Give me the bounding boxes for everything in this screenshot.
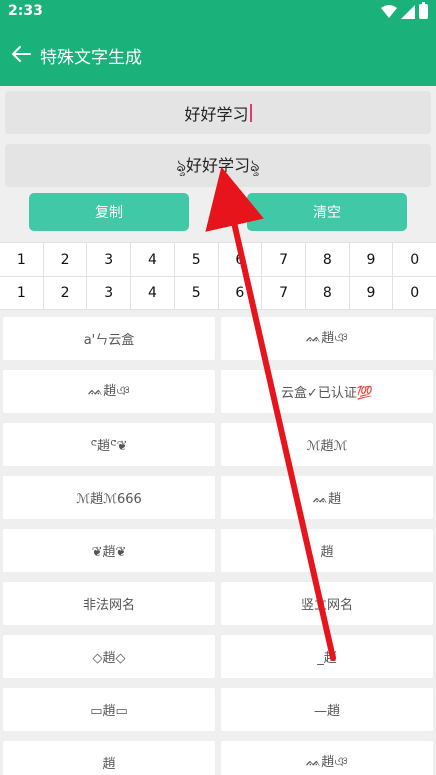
number-row-2: 1 2 3 4 5 6 7 8 9 0: [0, 276, 436, 310]
status-bar: 2:33: [0, 0, 436, 24]
style-grid: a'ㄣ云盒 ᨐ趙ঞ ᨐ趙ঞ 云盒✓已认证💯 ᕪ趙ᕪ❦ ℳ趙ℳ ℳ趙ℳ666 ᨐ趙…: [0, 310, 436, 775]
style-card[interactable]: ᨐ趙: [221, 476, 433, 519]
number-key[interactable]: 1: [0, 243, 44, 276]
number-key[interactable]: 4: [131, 243, 175, 276]
battery-icon: [419, 2, 428, 19]
number-row-1: 1 2 3 4 5 6 7 8 9 0: [0, 242, 436, 276]
style-card[interactable]: a'ㄣ云盒: [3, 317, 215, 360]
style-card[interactable]: 趙: [221, 529, 433, 572]
app-bar: 特殊文字生成: [0, 24, 436, 86]
styled-output-value: ৡ好好学习ৡ: [176, 155, 260, 175]
number-key[interactable]: 7: [262, 277, 306, 309]
page-title: 特殊文字生成: [40, 48, 142, 67]
number-key[interactable]: 0: [393, 277, 436, 309]
copy-button[interactable]: 复制: [29, 193, 189, 231]
style-card[interactable]: ℳ趙ℳ666: [3, 476, 215, 519]
text-input-value: 好好学习: [184, 104, 249, 124]
style-card[interactable]: 非法网名: [3, 582, 215, 625]
number-key[interactable]: 3: [87, 277, 132, 309]
status-icons: [381, 2, 428, 19]
number-key[interactable]: 5: [175, 243, 219, 276]
number-key[interactable]: 4: [131, 277, 175, 309]
number-key[interactable]: 7: [262, 243, 306, 276]
style-card[interactable]: ᨐ趙ঞ: [221, 741, 433, 775]
status-time: 2:33: [8, 3, 43, 19]
style-card[interactable]: ❦趙❦: [3, 529, 215, 572]
number-key[interactable]: 6: [219, 277, 263, 309]
style-card[interactable]: ℳ趙ℳ: [221, 423, 433, 466]
style-card[interactable]: —趙: [221, 688, 433, 731]
number-key[interactable]: 0: [393, 243, 436, 276]
clear-button[interactable]: 清空: [247, 193, 407, 231]
number-key[interactable]: 8: [306, 277, 350, 309]
text-input[interactable]: 好好学习: [5, 91, 431, 134]
number-key[interactable]: 1: [0, 277, 44, 309]
style-card[interactable]: 趙: [3, 741, 215, 775]
number-key[interactable]: 9: [350, 277, 394, 309]
style-card[interactable]: _趙: [221, 635, 433, 678]
number-key[interactable]: 8: [306, 243, 350, 276]
styled-output[interactable]: ৡ好好学习ৡ: [5, 144, 431, 187]
number-key[interactable]: 6: [219, 243, 263, 276]
style-card[interactable]: ᕪ趙ᕪ❦: [3, 423, 215, 466]
number-key[interactable]: 3: [87, 243, 132, 276]
style-card[interactable]: 云盒✓已认证💯: [221, 370, 433, 413]
text-cursor: [249, 103, 252, 122]
style-card[interactable]: ᨐ趙ঞ: [221, 317, 433, 360]
style-card[interactable]: ◇趙◇: [3, 635, 215, 678]
number-key[interactable]: 2: [44, 277, 88, 309]
number-key[interactable]: 2: [44, 243, 88, 276]
number-key[interactable]: 5: [175, 277, 219, 309]
style-card[interactable]: ᨐ趙ঞ: [3, 370, 215, 413]
back-arrow-icon[interactable]: [10, 43, 32, 65]
wifi-icon: [381, 4, 397, 18]
number-key[interactable]: 9: [350, 243, 394, 276]
style-card[interactable]: 竖立网名: [221, 582, 433, 625]
signal-icon: [401, 4, 415, 19]
style-card[interactable]: ▭趙▭: [3, 688, 215, 731]
